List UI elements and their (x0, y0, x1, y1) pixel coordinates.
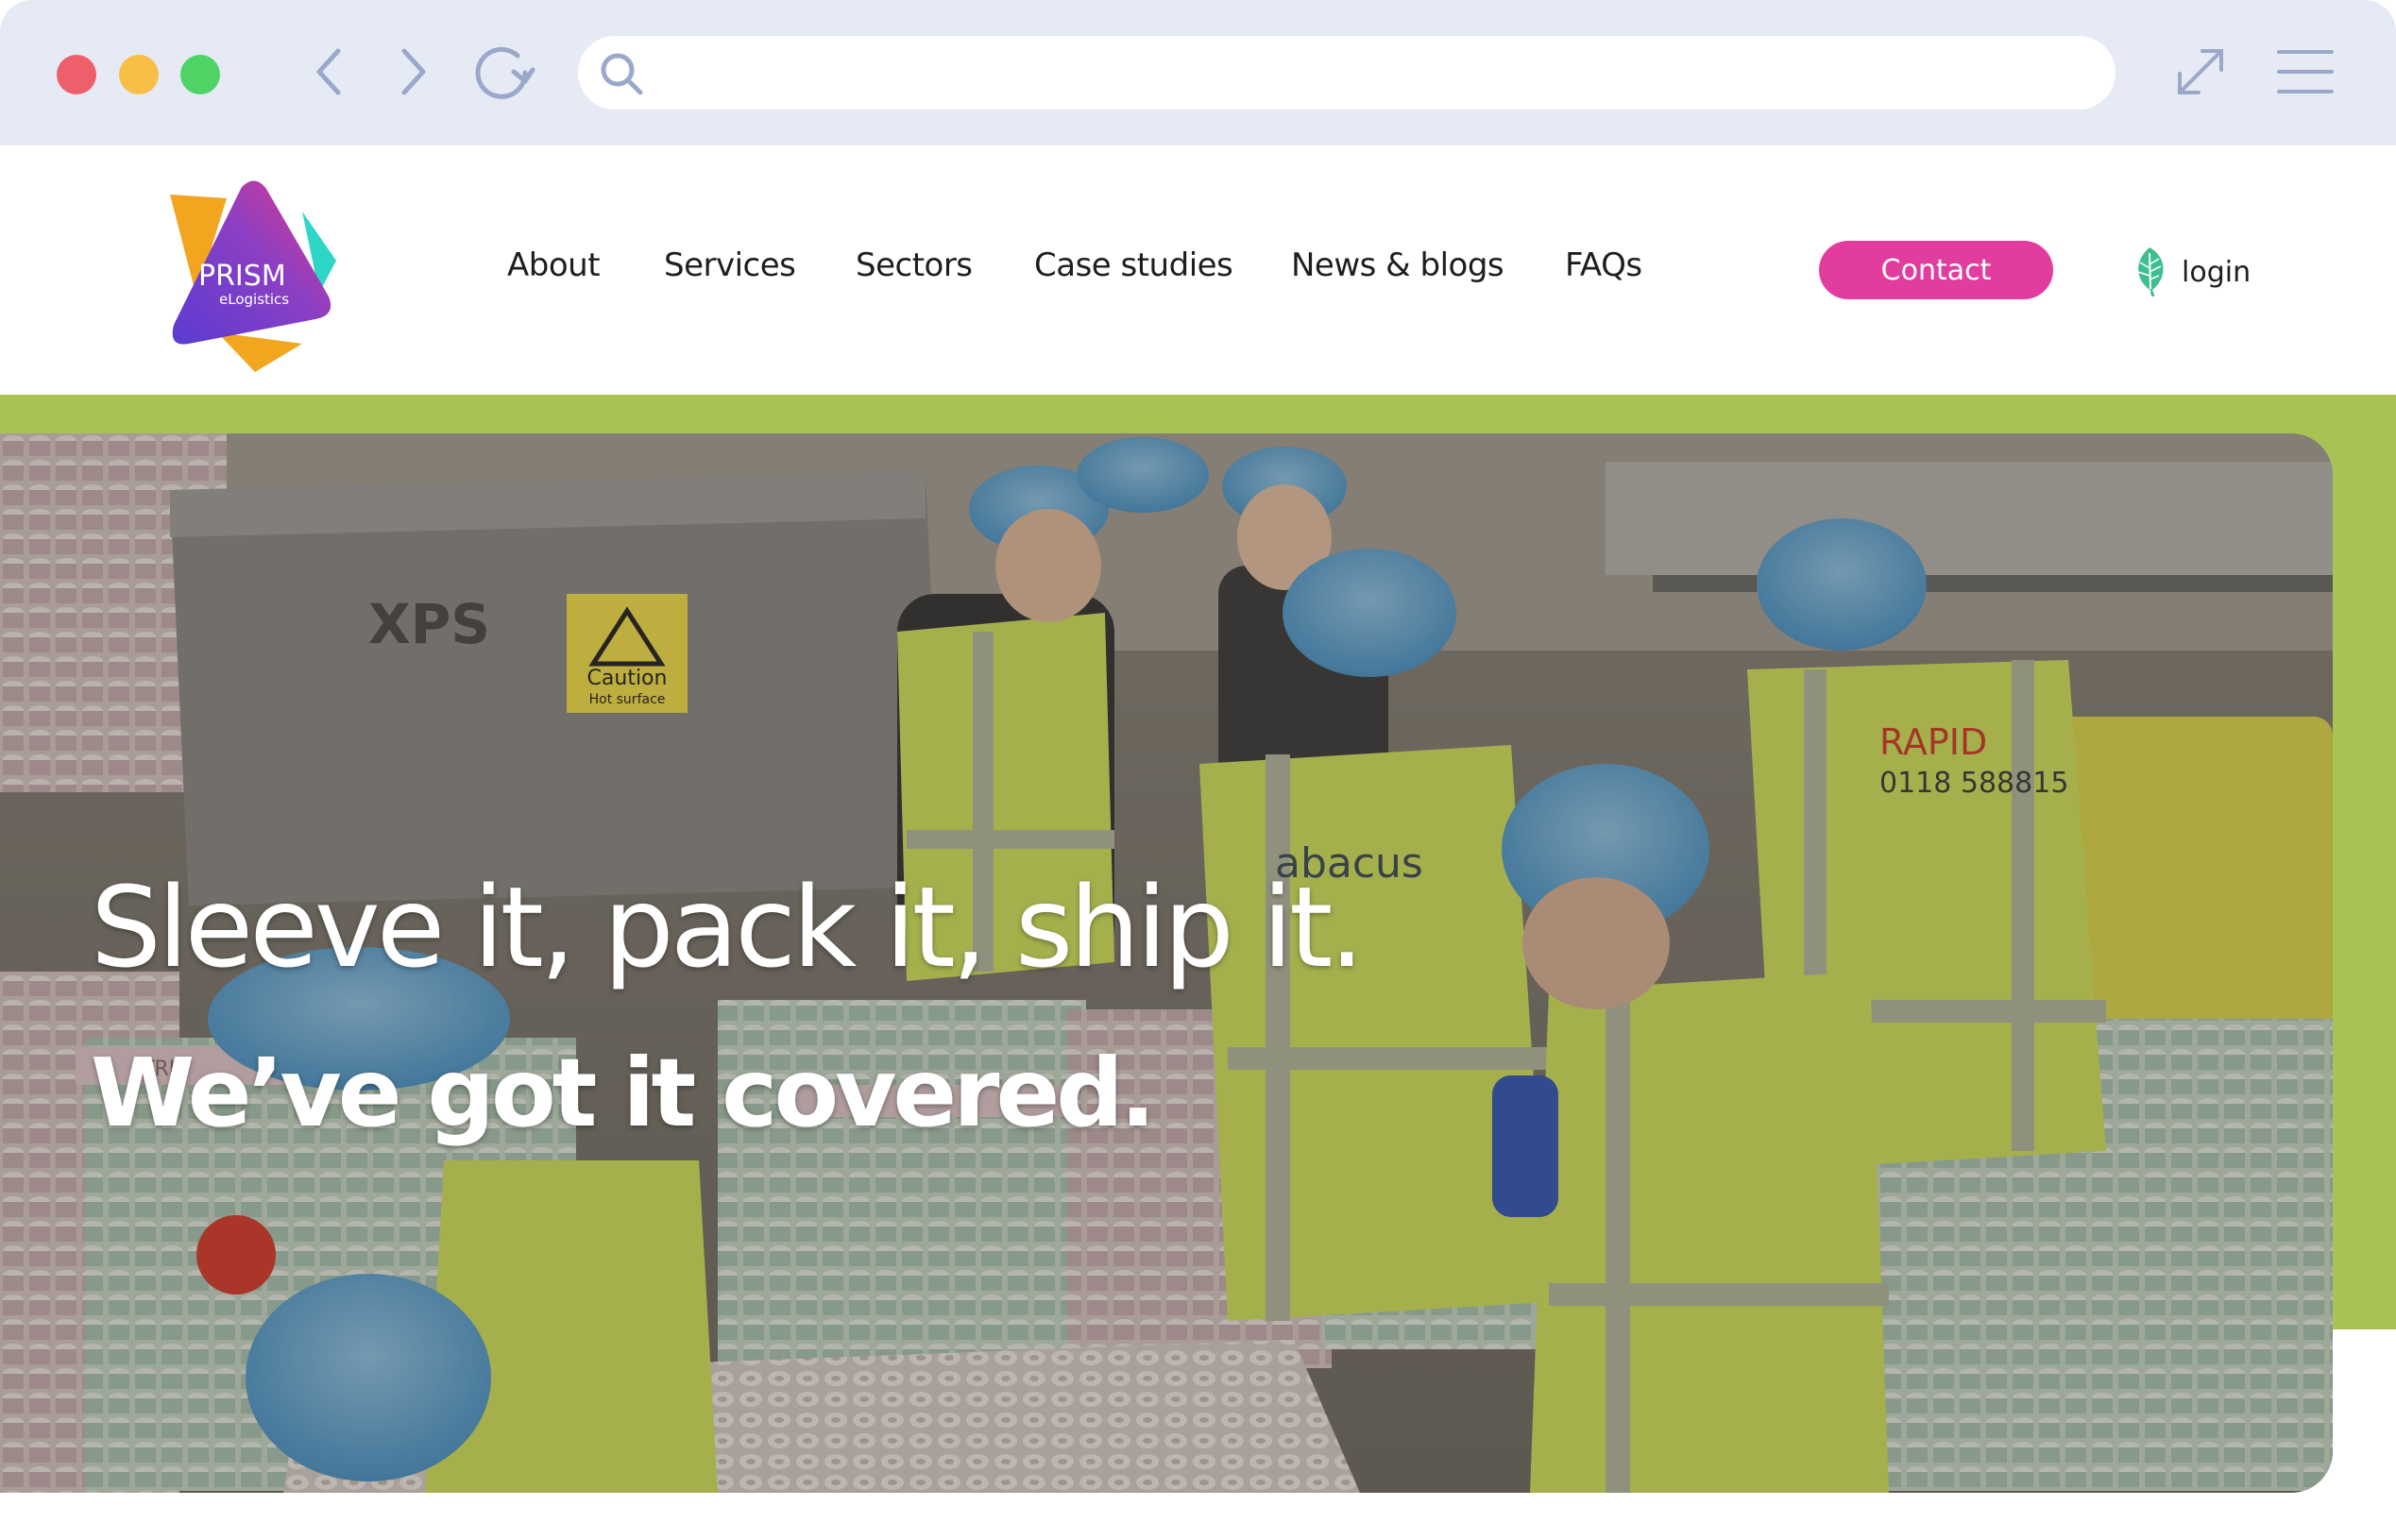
browser-chrome (0, 0, 2396, 145)
expand-icon[interactable] (2174, 45, 2227, 98)
menu-icon[interactable] (2276, 47, 2335, 96)
nav-item-services[interactable]: Services (664, 246, 796, 284)
nav-item-case-studies[interactable]: Case studies (1034, 246, 1233, 284)
hero-headline: Sleeve it, pack it, ship it. (91, 862, 1365, 992)
close-window-button[interactable] (57, 55, 96, 94)
logo-wordmark: PRISM (198, 260, 286, 293)
leaf-icon (2129, 244, 2170, 301)
reload-icon[interactable] (470, 42, 536, 104)
site-header: PRISM eLogistics About Services Sectors … (0, 145, 2396, 395)
nav-item-faqs[interactable]: FAQs (1565, 246, 1642, 284)
nav-item-sectors[interactable]: Sectors (856, 246, 973, 284)
minimize-window-button[interactable] (119, 55, 159, 94)
maximize-window-button[interactable] (180, 55, 220, 94)
prism-elogistics-logo[interactable]: PRISM eLogistics (161, 174, 340, 372)
forward-icon[interactable] (397, 45, 431, 98)
search-icon (597, 49, 646, 103)
hero-banner: Caution Hot surface XPS TRIP abacus RAPI… (0, 433, 2333, 1493)
login-label: login (2182, 255, 2252, 289)
nav-item-about[interactable]: About (507, 246, 601, 284)
hero-subheadline: We’ve got it covered. (91, 1038, 1156, 1148)
back-icon[interactable] (312, 45, 346, 98)
address-input[interactable] (661, 47, 2082, 100)
contact-button[interactable]: Contact (1819, 241, 2053, 299)
login-link[interactable]: login (2129, 244, 2251, 300)
address-bar[interactable] (578, 36, 2116, 110)
logo-tagline: eLogistics (219, 291, 289, 308)
nav-item-news-blogs[interactable]: News & blogs (1291, 246, 1504, 284)
